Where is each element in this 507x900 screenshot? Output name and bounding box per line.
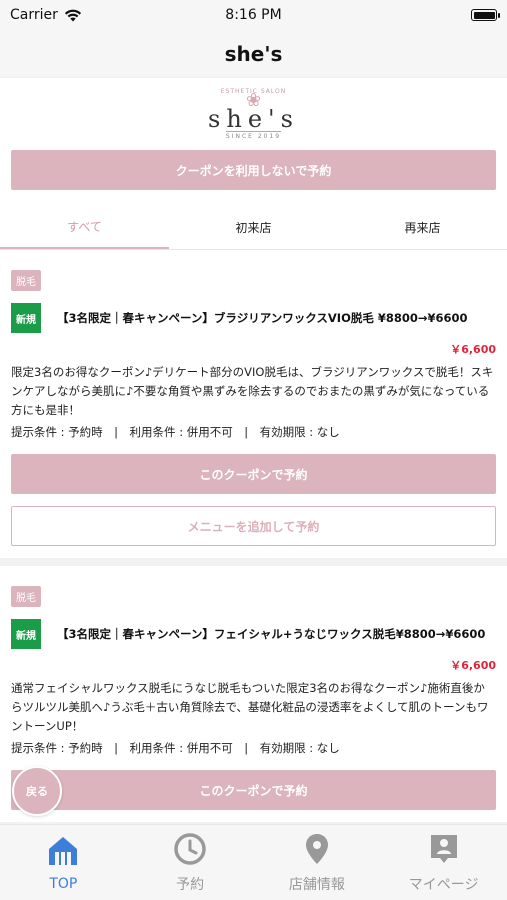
- tab-bar-label: TOP: [49, 875, 78, 892]
- logo-main-text: she's: [208, 105, 299, 133]
- home-icon: [49, 836, 78, 865]
- back-button[interactable]: 戻る: [12, 766, 62, 816]
- map-pin-icon: [305, 833, 328, 864]
- tab-bar-label: 店舗情報: [288, 876, 345, 893]
- clock-icon: [174, 832, 206, 865]
- tab-return-visit[interactable]: 再来店: [338, 206, 507, 249]
- logo-sub-text: SINCE 2019: [225, 131, 282, 140]
- coupon-description: 限定3名のお得なクーポン♪デリケート部分のVIO脱毛は、ブラジリアンワックスで脱…: [11, 365, 494, 417]
- bottom-tab-bar: TOP 予約 店舗情報 マイページ: [0, 824, 507, 900]
- coupon-tabs: すべて 初来店 再来店: [0, 206, 507, 250]
- profile-badge-icon: [430, 834, 457, 863]
- tab-all[interactable]: すべて: [0, 206, 169, 249]
- coupon-conditions: 提示条件 : 予約時 | 利用条件 : 併用不可 | 有効期限 : なし: [11, 741, 340, 755]
- new-badge: 新規: [11, 303, 41, 333]
- reserve-without-coupon-button[interactable]: クーポンを利用しないで予約: [11, 150, 496, 190]
- tab-bar-label: マイページ: [408, 876, 479, 893]
- tab-first-visit[interactable]: 初来店: [169, 206, 338, 249]
- coupon-card: 脱毛 新規 【3名限定｜春キャンペーン】ブラジリアンワックスVIO脱毛 ¥880…: [0, 250, 507, 566]
- status-bar: Carrier 8:16 PM: [0, 0, 507, 30]
- tab-bar-top[interactable]: TOP: [0, 825, 127, 900]
- coupon-price: ￥6,600: [450, 659, 496, 672]
- tab-bar-reservation[interactable]: 予約: [127, 825, 254, 900]
- reserve-with-coupon-button[interactable]: このクーポンで予約: [11, 454, 496, 494]
- coupon-description: 通常フェイシャルワックス脱毛にうなじ脱毛もついた限定3名のお得なクーポン♪施術直…: [11, 681, 489, 733]
- coupon-title: 【3名限定｜春キャンペーン】フェイシャル+うなじワックス脱毛¥8800→¥660…: [57, 627, 486, 641]
- tab-bar-mypage[interactable]: マイページ: [380, 825, 507, 900]
- tab-bar-label: 予約: [176, 876, 205, 893]
- tab-bar-store-info[interactable]: 店舗情報: [254, 825, 381, 900]
- coupon-conditions: 提示条件 : 予約時 | 利用条件 : 併用不可 | 有効期限 : なし: [11, 425, 340, 439]
- new-badge: 新規: [11, 619, 41, 649]
- category-badge: 脱毛: [11, 586, 41, 607]
- main-content[interactable]: ESTHETIC SALON ❀ she's SINCE 2019 クーポンを利…: [0, 78, 507, 824]
- coupon-card: 脱毛 新規 【3名限定｜春キャンペーン】フェイシャル+うなじワックス脱毛¥880…: [0, 566, 507, 824]
- category-badge: 脱毛: [11, 270, 41, 291]
- salon-logo: ESTHETIC SALON ❀ she's SINCE 2019: [0, 78, 507, 150]
- wifi-icon: [64, 9, 81, 21]
- reserve-with-coupon-button[interactable]: このクーポンで予約: [11, 770, 496, 810]
- add-menu-reserve-button[interactable]: メニューを追加して予約: [11, 506, 496, 546]
- status-left: Carrier: [10, 7, 82, 23]
- coupon-title: 【3名限定｜春キャンペーン】ブラジリアンワックスVIO脱毛 ¥8800→¥660…: [57, 311, 468, 325]
- page-title: she's: [224, 41, 283, 66]
- carrier-label: Carrier: [10, 7, 58, 23]
- battery-icon: [471, 9, 500, 21]
- coupon-price: ￥6,600: [450, 343, 496, 356]
- nav-bar: she's: [0, 30, 507, 78]
- coupon-title-row: 新規 【3名限定｜春キャンペーン】ブラジリアンワックスVIO脱毛 ¥8800→¥…: [11, 303, 496, 333]
- coupon-title-row: 新規 【3名限定｜春キャンペーン】フェイシャル+うなじワックス脱毛¥8800→¥…: [11, 619, 496, 649]
